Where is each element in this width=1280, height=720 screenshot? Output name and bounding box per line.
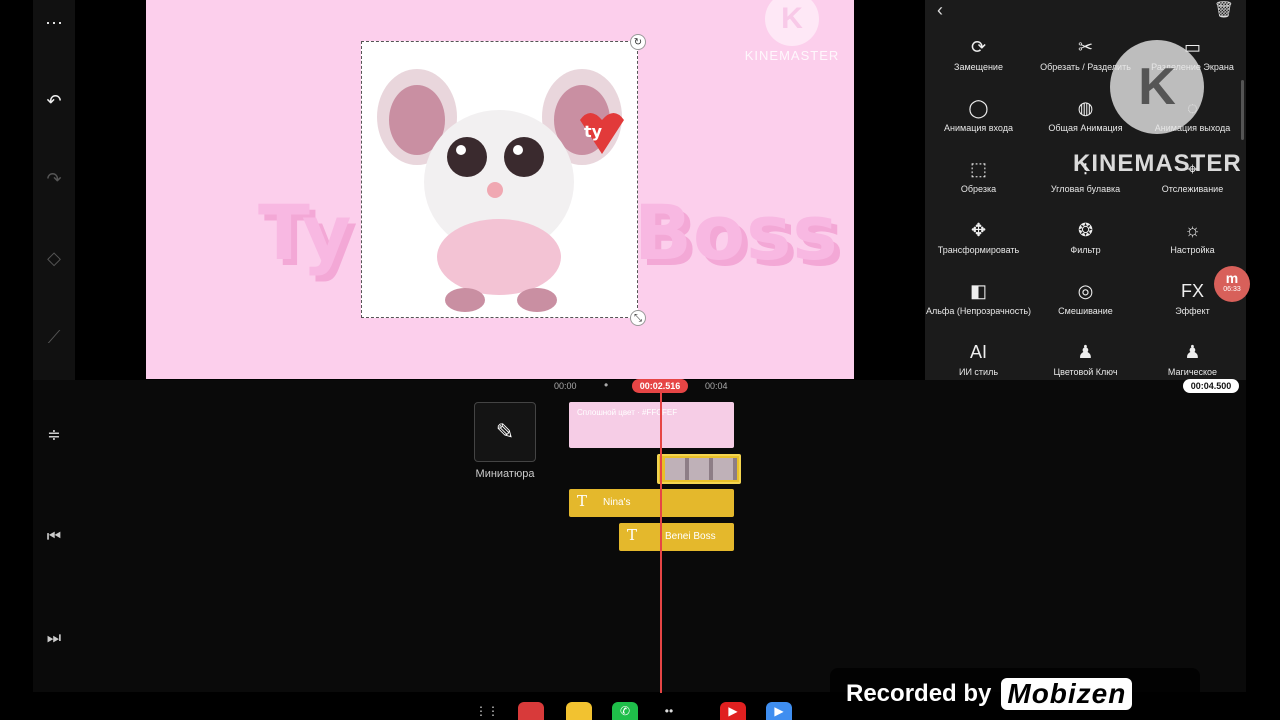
ruler-end-label: 00:04: [705, 381, 728, 391]
option-label: Цветовой Ключ: [1053, 367, 1118, 377]
option-label: Общая Анимация: [1048, 123, 1123, 133]
text-clip-2[interactable]: T Benei Boss: [619, 523, 734, 551]
back-icon[interactable]: ‹: [937, 0, 943, 21]
option-label: Трансформировать: [937, 245, 1020, 255]
option-crop[interactable]: ⬚ Обрезка: [925, 158, 1032, 214]
option-transform[interactable]: ✥ Трансформировать: [925, 219, 1032, 275]
play-store-icon[interactable]: ▶: [766, 702, 792, 720]
sticker-clip-thumbnails: [665, 458, 737, 480]
crop-icon: ⬚: [969, 159, 987, 179]
mobizen-logo: Mobizen: [1001, 678, 1133, 710]
adjust-icon: ☼: [1184, 220, 1201, 240]
option-label: Обрезка: [960, 184, 997, 194]
transform-icon: ✥: [970, 220, 987, 240]
rotate-handle-icon[interactable]: ↻: [630, 34, 646, 50]
magic-icon: ♟: [1184, 342, 1201, 362]
option-in-animation[interactable]: ◯ Анимация входа: [925, 97, 1032, 153]
recorded-by-text: Recorded by: [846, 680, 992, 707]
background-clip[interactable]: Сплошной цвет · #FFCFEF: [569, 402, 734, 448]
resize-handle-icon[interactable]: ⤡: [630, 310, 646, 326]
background-clip-label: Сплошной цвет · #FFCFEF: [577, 408, 678, 417]
option-label: Фильтр: [1070, 245, 1101, 255]
kinemaster-k-icon: K: [765, 0, 819, 46]
option-label: Анимация входа: [944, 123, 1013, 133]
recorder-watermark: Recorded by Mobizen: [830, 668, 1200, 720]
text-clip-1-label: Nina's: [603, 497, 631, 508]
ai-style-icon: AI: [969, 342, 987, 362]
edit-options-panel: ‹ 🗑 ⟳Замещение✂Обрезать / Разделить▭Разд…: [925, 0, 1246, 380]
in-animation-icon: ◯: [968, 98, 989, 118]
option-label: Эффект: [1175, 306, 1210, 316]
kinemaster-watermark: K KINEMASTER: [742, 0, 842, 63]
text-clip-1[interactable]: T Nina's: [569, 489, 734, 517]
option-filter[interactable]: ❂ Фильтр: [1032, 219, 1139, 275]
thumbnail-button[interactable]: ✎: [474, 402, 536, 462]
selected-sticker[interactable]: ty ↻ ⤡: [361, 34, 646, 326]
pencil-icon: ✎: [495, 419, 515, 444]
trash-icon[interactable]: 🗑: [1214, 0, 1234, 20]
chroma-key-icon: ♟: [1077, 342, 1094, 362]
text-type-icon: T: [627, 526, 638, 544]
option-label: ИИ стиль: [958, 367, 999, 377]
phone-icon[interactable]: ✆: [612, 702, 638, 720]
more-icon[interactable]: ⋯: [33, 8, 75, 38]
recorder-badge-icon: m: [1225, 270, 1239, 286]
playhead-line[interactable]: [660, 393, 662, 693]
option-label: Альфа (Непрозрачность): [925, 306, 1032, 316]
playhead-time: 00:02.516: [632, 379, 688, 393]
text-clip-2-label: Benei Boss: [665, 531, 716, 542]
total-duration: 00:04.500: [1183, 379, 1239, 393]
timeline-expand-icon[interactable]: ≑: [33, 420, 75, 450]
panel-scrollbar[interactable]: [1241, 80, 1244, 140]
app-icon-eyes[interactable]: ••: [656, 702, 682, 720]
option-label: Замещение: [954, 62, 1003, 72]
replace-icon: ⟳: [970, 37, 987, 57]
ty-tag-label: ty: [584, 122, 603, 141]
app-icon-folder[interactable]: [566, 702, 592, 720]
alpha-icon: ◧: [969, 281, 987, 301]
apps-grid-icon[interactable]: ⋮⋮: [474, 702, 500, 720]
recorder-badge[interactable]: m 06:33: [1214, 266, 1250, 302]
recorder-badge-time: 06:33: [1223, 286, 1241, 293]
option-blend[interactable]: ◎ Смешивание: [1032, 280, 1139, 336]
filter-icon: ❂: [1077, 220, 1094, 240]
jump-start-icon[interactable]: ⏮: [33, 522, 75, 552]
video-preview[interactable]: Ty Boss K KINEMASTER ty ↻ ⤡: [146, 0, 854, 379]
youtube-icon[interactable]: ▶: [720, 702, 746, 720]
option-replace[interactable]: ⟳ Замещение: [925, 36, 1032, 92]
option-label: Смешивание: [1058, 306, 1113, 316]
background-title-right: Boss: [634, 188, 839, 277]
android-taskbar: ⋮⋮ ✆ •• ▶ ▶: [470, 702, 810, 720]
watermark-text: KINEMASTER: [744, 48, 840, 63]
sticker-clip[interactable]: [657, 454, 741, 484]
ruler-dot: •: [604, 378, 609, 392]
kinemaster-logo-text: KINEMASTER: [1073, 150, 1242, 177]
keyframe-icon[interactable]: ◇: [33, 243, 75, 273]
graph-icon[interactable]: ⟋: [33, 322, 75, 352]
text-type-icon: T: [577, 492, 588, 510]
redo-icon[interactable]: ↷: [33, 164, 75, 194]
background-title-left: Ty: [258, 188, 353, 277]
jump-end-icon[interactable]: ⏭: [33, 624, 75, 654]
option-label: Отслеживание: [1161, 184, 1224, 194]
kinemaster-logo-icon: K: [1110, 40, 1204, 134]
option-alpha[interactable]: ◧ Альфа (Непрозрачность): [925, 280, 1032, 336]
option-label: Магическое: [1167, 367, 1218, 377]
app-icon-red[interactable]: [518, 702, 544, 720]
blend-icon: ◎: [1077, 281, 1094, 301]
plush-mouse-image: [377, 69, 624, 312]
ruler-start-label: 00:00: [554, 381, 577, 391]
option-label: Настройка: [1170, 245, 1215, 255]
option-label: Угловая булавка: [1050, 184, 1121, 194]
undo-icon[interactable]: ↶: [33, 86, 75, 116]
thumbnail-label: Миниатюра: [475, 468, 535, 480]
